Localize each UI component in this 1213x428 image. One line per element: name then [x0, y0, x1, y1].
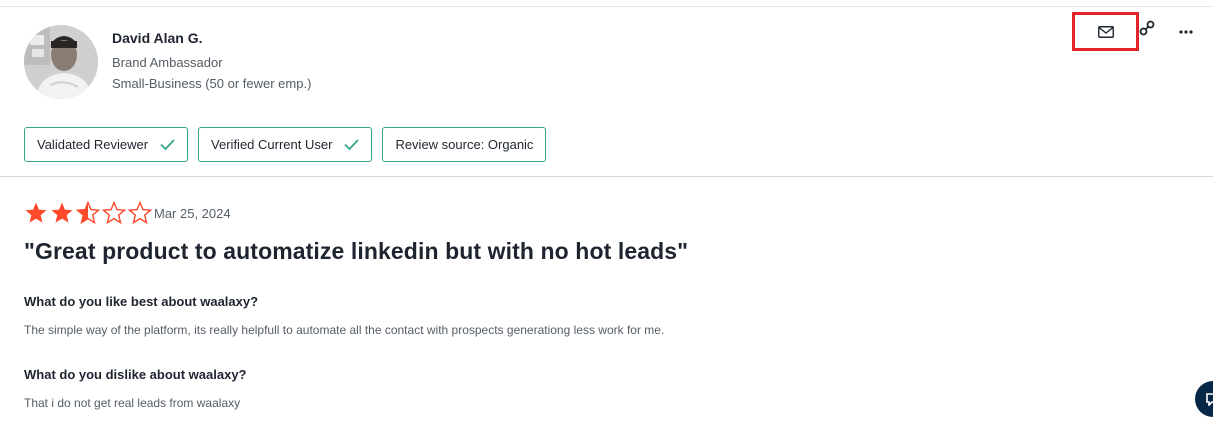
check-icon [344, 139, 360, 150]
question-dislike: What do you dislike about waalaxy? [24, 367, 247, 382]
answer-like-best: The simple way of the platform, its real… [24, 323, 665, 337]
star-empty-icon [102, 201, 126, 225]
link-icon [1139, 20, 1155, 36]
badge-verified-current-user[interactable]: Verified Current User [198, 127, 373, 162]
answer-dislike: That i do not get real leads from waalax… [24, 396, 241, 410]
badge-list: Validated Reviewer Verified Current User… [24, 127, 547, 162]
more-options-button[interactable] [1175, 21, 1197, 43]
mail-icon [1097, 25, 1114, 38]
more-icon [1179, 30, 1193, 34]
reviewer-name[interactable]: David Alan G. [112, 30, 203, 46]
star-half-icon [76, 201, 100, 225]
section-divider [0, 176, 1213, 177]
badge-label: Review source: Organic [395, 137, 534, 152]
badge-label: Verified Current User [211, 137, 333, 152]
avatar[interactable] [24, 25, 98, 99]
review-title: "Great product to automatize linkedin bu… [24, 238, 689, 264]
user-photo-icon [24, 25, 98, 99]
send-message-button[interactable] [1072, 12, 1139, 51]
star-full-icon [25, 202, 47, 223]
review-date: Mar 25, 2024 [154, 206, 231, 221]
top-divider [0, 6, 1213, 7]
star-full-icon [51, 202, 73, 223]
chat-icon [1206, 393, 1213, 406]
badge-label: Validated Reviewer [37, 137, 149, 152]
copy-link-button[interactable] [1136, 17, 1158, 39]
badge-validated-reviewer[interactable]: Validated Reviewer [24, 127, 189, 162]
star-empty-icon [128, 201, 152, 225]
question-like-best: What do you like best about waalaxy? [24, 294, 259, 309]
star-rating [24, 201, 152, 225]
badge-review-source[interactable]: Review source: Organic [382, 127, 547, 162]
reviewer-role: Brand Ambassador [112, 55, 223, 70]
reviewer-company-size: Small-Business (50 or fewer emp.) [112, 76, 312, 91]
chat-button[interactable] [1195, 381, 1213, 417]
check-icon [160, 139, 175, 150]
